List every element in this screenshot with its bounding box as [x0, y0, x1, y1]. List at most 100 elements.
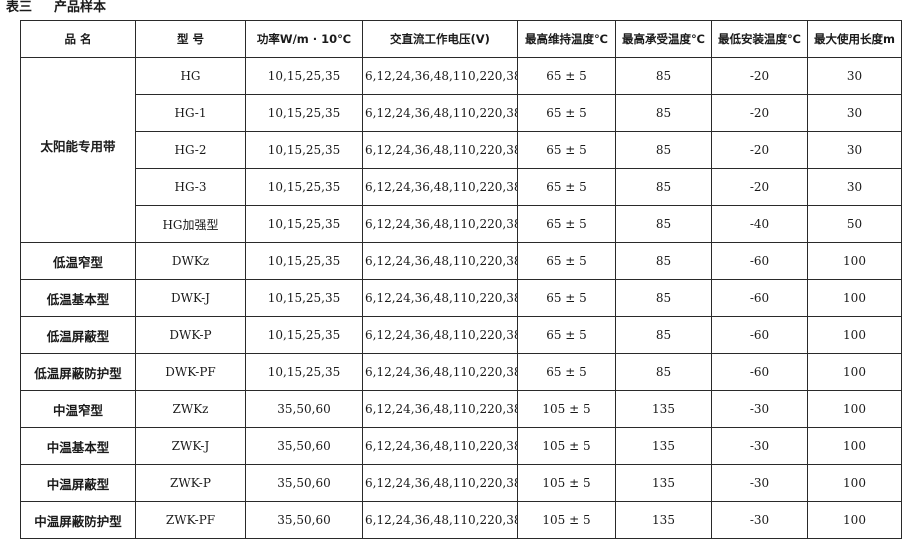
voltage-cell: 6,12,24,36,48,110,220,380 — [362, 501, 518, 539]
voltage-cell: 6,12,24,36,48,110,220,380 — [362, 353, 518, 391]
header-row: 品 名 型 号 功率W/m · 10℃ 交直流工作电压(V) 最高维持温度℃ 最… — [20, 20, 902, 58]
maintain-temp-cell: 65 ± 5 — [517, 168, 616, 206]
length-cell: 100 — [807, 427, 902, 465]
table-row: HG-2 10,15,25,35 6,12,24,36,48,110,220,3… — [21, 131, 902, 169]
min-temp-cell: -60 — [711, 242, 808, 280]
min-temp-cell: -20 — [711, 57, 808, 95]
min-temp-cell: -60 — [711, 279, 808, 317]
group-name-cell: 太阳能专用带 — [20, 57, 136, 243]
header-max-temp: 最高承受温度℃ — [615, 20, 712, 58]
table-row: 低温屏蔽型 DWK-P 10,15,25,35 6,12,24,36,48,11… — [20, 316, 902, 354]
power-cell: 35,50,60 — [245, 501, 363, 539]
table-row: 太阳能专用带 HG 10,15,25,35 6,12,24,36,48,110,… — [20, 57, 902, 243]
model-cell: ZWK-PF — [135, 501, 246, 539]
model-cell: DWK-PF — [135, 353, 246, 391]
max-temp-cell: 135 — [615, 464, 712, 502]
header-maintain-temp: 最高维持温度℃ — [517, 20, 616, 58]
min-temp-cell: -30 — [711, 464, 808, 502]
maintain-temp-cell: 105 ± 5 — [517, 427, 616, 465]
length-cell: 30 — [807, 131, 902, 169]
max-temp-cell: 85 — [615, 353, 712, 391]
min-temp-cell: -30 — [711, 427, 808, 465]
max-temp-cell: 85 — [615, 205, 712, 243]
name-cell: 中温窄型 — [20, 390, 136, 428]
model-cell: ZWK-P — [135, 464, 246, 502]
model-cell: HG — [135, 57, 246, 95]
table-row: HG-1 10,15,25,35 6,12,24,36,48,110,220,3… — [21, 94, 902, 132]
name-cell: 低温基本型 — [20, 279, 136, 317]
caption-label: 表三 — [6, 0, 33, 15]
min-temp-cell: -60 — [711, 316, 808, 354]
header-min-install-temp: 最低安装温度℃ — [711, 20, 808, 58]
length-cell: 100 — [807, 279, 902, 317]
power-cell: 10,15,25,35 — [245, 94, 363, 132]
min-temp-cell: -20 — [711, 94, 808, 132]
maintain-temp-cell: 65 ± 5 — [517, 131, 616, 169]
power-cell: 10,15,25,35 — [245, 168, 363, 206]
length-cell: 100 — [807, 316, 902, 354]
voltage-cell: 6,12,24,36,48,110,220,380 — [362, 242, 518, 280]
header-model: 型 号 — [135, 20, 246, 58]
maintain-temp-cell: 65 ± 5 — [517, 205, 616, 243]
length-cell: 100 — [807, 390, 902, 428]
product-table: 品 名 型 号 功率W/m · 10℃ 交直流工作电压(V) 最高维持温度℃ 最… — [20, 20, 902, 539]
maintain-temp-cell: 105 ± 5 — [517, 501, 616, 539]
name-cell: 低温屏蔽型 — [20, 316, 136, 354]
power-cell: 10,15,25,35 — [245, 57, 363, 95]
name-cell: 中温屏蔽防护型 — [20, 501, 136, 539]
model-cell: DWKz — [135, 242, 246, 280]
max-temp-cell: 135 — [615, 427, 712, 465]
model-cell: DWK-P — [135, 316, 246, 354]
min-temp-cell: -30 — [711, 390, 808, 428]
table-row: 低温基本型 DWK-J 10,15,25,35 6,12,24,36,48,11… — [20, 279, 902, 317]
power-cell: 10,15,25,35 — [245, 205, 363, 243]
voltage-cell: 6,12,24,36,48,110,220,380 — [362, 94, 518, 132]
header-voltage: 交直流工作电压(V) — [362, 20, 518, 58]
maintain-temp-cell: 65 ± 5 — [517, 353, 616, 391]
min-temp-cell: -30 — [711, 501, 808, 539]
maintain-temp-cell: 105 ± 5 — [517, 390, 616, 428]
table-row: 中温屏蔽型 ZWK-P 35,50,60 6,12,24,36,48,110,2… — [20, 464, 902, 502]
length-cell: 100 — [807, 242, 902, 280]
voltage-cell: 6,12,24,36,48,110,220,380 — [362, 390, 518, 428]
max-temp-cell: 135 — [615, 390, 712, 428]
length-cell: 100 — [807, 353, 902, 391]
max-temp-cell: 85 — [615, 94, 712, 132]
model-cell: HG-2 — [135, 131, 246, 169]
voltage-cell: 6,12,24,36,48,110,220,380 — [362, 131, 518, 169]
table-row: HG-3 10,15,25,35 6,12,24,36,48,110,220,3… — [21, 168, 902, 206]
name-cell: 中温基本型 — [20, 427, 136, 465]
table-row: 中温窄型 ZWKz 35,50,60 6,12,24,36,48,110,220… — [20, 390, 902, 428]
length-cell: 30 — [807, 94, 902, 132]
power-cell: 35,50,60 — [245, 464, 363, 502]
model-cell: HG-1 — [135, 94, 246, 132]
max-temp-cell: 85 — [615, 242, 712, 280]
table-caption: 表三 产品样本 — [6, 0, 106, 16]
power-cell: 10,15,25,35 — [245, 316, 363, 354]
power-cell: 35,50,60 — [245, 427, 363, 465]
voltage-cell: 6,12,24,36,48,110,220,380 — [362, 316, 518, 354]
min-temp-cell: -20 — [711, 131, 808, 169]
maintain-temp-cell: 65 ± 5 — [517, 316, 616, 354]
power-cell: 10,15,25,35 — [245, 353, 363, 391]
table-row: 低温窄型 DWKz 10,15,25,35 6,12,24,36,48,110,… — [20, 242, 902, 280]
model-cell: DWK-J — [135, 279, 246, 317]
length-cell: 30 — [807, 57, 902, 95]
model-cell: HG加强型 — [135, 205, 246, 243]
max-temp-cell: 85 — [615, 316, 712, 354]
power-cell: 10,15,25,35 — [245, 279, 363, 317]
max-temp-cell: 85 — [615, 57, 712, 95]
max-temp-cell: 85 — [615, 131, 712, 169]
power-cell: 10,15,25,35 — [245, 242, 363, 280]
model-cell: HG-3 — [135, 168, 246, 206]
maintain-temp-cell: 105 ± 5 — [517, 464, 616, 502]
maintain-temp-cell: 65 ± 5 — [517, 242, 616, 280]
table-row: 低温屏蔽防护型 DWK-PF 10,15,25,35 6,12,24,36,48… — [20, 353, 902, 391]
min-temp-cell: -20 — [711, 168, 808, 206]
length-cell: 30 — [807, 168, 902, 206]
table-row: 中温基本型 ZWK-J 35,50,60 6,12,24,36,48,110,2… — [20, 427, 902, 465]
min-temp-cell: -60 — [711, 353, 808, 391]
voltage-cell: 6,12,24,36,48,110,220,380 — [362, 464, 518, 502]
length-cell: 100 — [807, 501, 902, 539]
voltage-cell: 6,12,24,36,48,110,220,380 — [362, 168, 518, 206]
